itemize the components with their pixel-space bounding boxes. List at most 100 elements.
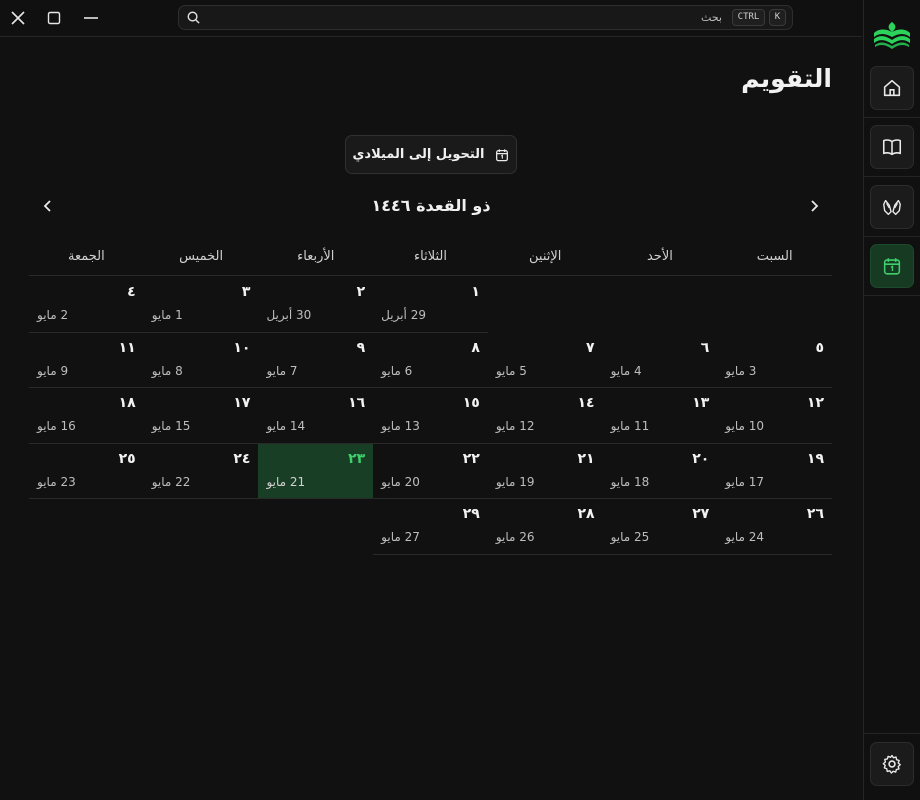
gregorian-date: 23 مايو: [37, 474, 76, 489]
calendar-empty-cell: [603, 277, 718, 333]
shortcut-ctrl-key: CTRL: [732, 9, 765, 26]
gregorian-date: 18 مايو: [610, 474, 650, 489]
gregorian-date: 5 مايو: [495, 363, 527, 378]
hijri-day-number: ٨: [471, 339, 480, 356]
hijri-day-number: ٢٧: [692, 506, 710, 523]
calendar-day-cell[interactable]: ١٩ 17 مايو: [717, 444, 832, 500]
title-bar: CTRL K: [0, 0, 862, 37]
sidebar-item-duas[interactable]: [870, 185, 914, 229]
weekday-label: الثلاثاء: [414, 249, 447, 264]
calendar-day-cell[interactable]: ٧ 5 مايو: [487, 333, 603, 389]
hijri-day-number: ١٦: [348, 395, 366, 412]
hijri-day-number: ٢: [356, 284, 366, 300]
gregorian-date: 3 مايو: [725, 363, 757, 378]
weekday-label: الخميس: [179, 249, 224, 264]
gregorian-date: 14 مايو: [266, 419, 306, 434]
home-icon: [883, 79, 901, 97]
gregorian-date: 2 مايو: [37, 308, 69, 322]
convert-to-gregorian-button[interactable]: التحويل إلى الميلادي: [345, 135, 517, 174]
gregorian-date: 26 مايو: [495, 530, 535, 545]
close-icon: [11, 11, 25, 25]
sidebar-item-home[interactable]: [870, 66, 914, 110]
calendar-day-cell[interactable]: ١٢ 10 مايو: [717, 388, 832, 444]
sidebar-divider: [864, 295, 920, 296]
calendar-day-cell[interactable]: ١٥ 13 مايو: [373, 388, 488, 444]
calendar-day-cell[interactable]: ١٠ 8 مايو: [143, 333, 259, 389]
gregorian-date: 10 مايو: [725, 419, 765, 434]
calendar-day-cell[interactable]: ١ 29 أبريل: [373, 277, 488, 333]
hijri-day-number: ١٥: [462, 395, 480, 412]
calendar-day-cell[interactable]: ٢٦ 24 مايو: [717, 499, 832, 555]
next-month-button[interactable]: [36, 194, 60, 218]
gregorian-date: 27 مايو: [381, 530, 420, 545]
hijri-day-number: ٢٠: [692, 450, 710, 467]
chevron-right-icon: [811, 200, 819, 212]
hijri-day-number: ٢٤: [233, 450, 251, 467]
calendar-day-cell[interactable]: ١٦ 14 مايو: [258, 388, 374, 444]
month-title: ذو القعدة ١٤٤٦: [371, 196, 491, 215]
calendar-icon: [495, 148, 508, 161]
calendar-day-cell[interactable]: ١٧ 15 مايو: [143, 388, 259, 444]
weekday-label: الأربعاء: [297, 249, 335, 264]
calendar-day-cell[interactable]: ٢٤ 22 مايو: [143, 444, 259, 500]
hijri-day-number: ٢٥: [118, 450, 136, 467]
calendar-day-cell[interactable]: ٩ 7 مايو: [258, 333, 374, 389]
calendar-day-cell-today[interactable]: ٢٣ 21 مايو: [258, 443, 374, 500]
weekday-label: الإثنين: [529, 249, 562, 264]
weekday-label: الجمعة: [67, 249, 105, 264]
hijri-day-number: ١٧: [233, 395, 251, 412]
hijri-day-number: ٢٨: [577, 506, 595, 523]
sidebar-item-calendar[interactable]: [870, 244, 914, 288]
calendar-day-cell[interactable]: ٢١ 19 مايو: [487, 444, 603, 500]
window-close-button[interactable]: [3, 4, 33, 32]
calendar-day-cell[interactable]: ٢٢ 20 مايو: [373, 444, 488, 500]
calendar-day-cell[interactable]: ٨ 6 مايو: [373, 333, 488, 389]
gregorian-date: 8 مايو: [151, 363, 183, 378]
hijri-day-number: ٩: [356, 339, 366, 356]
calendar-day-cell[interactable]: ٢٨ 26 مايو: [487, 499, 603, 555]
sidebar-divider: [864, 236, 920, 237]
calendar-day-cell[interactable]: ٢ 30 أبريل: [258, 277, 374, 333]
calendar-day-cell[interactable]: ٢٥ 23 مايو: [29, 444, 144, 500]
calendar-day-cell[interactable]: ١٣ 11 مايو: [602, 388, 718, 444]
calendar-empty-cell: [488, 277, 603, 333]
settings-button[interactable]: [870, 742, 914, 786]
gregorian-date: 24 مايو: [725, 530, 765, 545]
sidebar-item-quran[interactable]: [870, 125, 914, 169]
sidebar-divider: [864, 176, 920, 177]
page-title: التقويم: [741, 64, 832, 93]
calendar-day-cell[interactable]: ١١ 9 مايو: [29, 333, 144, 389]
app-logo-icon: [874, 22, 910, 49]
hijri-day-number: ١٩: [806, 450, 824, 467]
calendar-day-cell[interactable]: ٦ 4 مايو: [602, 333, 718, 389]
hijri-day-number: ٢٩: [462, 506, 480, 523]
calendar-day-cell[interactable]: ٢٧ 25 مايو: [602, 499, 718, 555]
calendar-day-cell[interactable]: ٤ 2 مايو: [29, 277, 144, 333]
hijri-day-number: ٢٦: [806, 506, 824, 523]
previous-month-button[interactable]: [802, 194, 826, 218]
hijri-day-number: ٢٣: [348, 450, 366, 467]
hijri-day-number: ١٤: [577, 395, 595, 412]
calendar-day-cell[interactable]: ٥ 3 مايو: [717, 333, 832, 389]
weekday-label: الأحد: [646, 249, 673, 264]
window-maximize-button[interactable]: [39, 4, 69, 32]
gregorian-date: 15 مايو: [151, 419, 191, 434]
gregorian-date: 1 مايو: [151, 308, 183, 322]
window-minimize-button[interactable]: [76, 4, 106, 32]
calendar-day-cell[interactable]: ٢٩ 27 مايو: [373, 499, 488, 555]
search-input[interactable]: [242, 8, 722, 27]
gregorian-date: 25 مايو: [610, 530, 650, 545]
calendar-day-cell[interactable]: ٣ 1 مايو: [143, 277, 259, 333]
calendar-day-cell[interactable]: ١٨ 16 مايو: [29, 388, 144, 444]
calendar-day-cell[interactable]: ٢٠ 18 مايو: [602, 444, 718, 500]
hijri-day-number: ٧: [586, 339, 595, 356]
gear-icon: [882, 754, 901, 774]
hijri-day-number: ٢٢: [462, 450, 480, 467]
gregorian-date: 30 أبريل: [266, 308, 312, 322]
gregorian-date: 29 أبريل: [381, 308, 426, 322]
minimize-icon: [84, 17, 98, 19]
hijri-day-number: ٥: [815, 339, 824, 356]
calendar-day-cell[interactable]: ١٤ 12 مايو: [487, 388, 603, 444]
search-bar[interactable]: CTRL K: [178, 5, 793, 30]
hijri-day-number: ١٣: [692, 395, 710, 412]
